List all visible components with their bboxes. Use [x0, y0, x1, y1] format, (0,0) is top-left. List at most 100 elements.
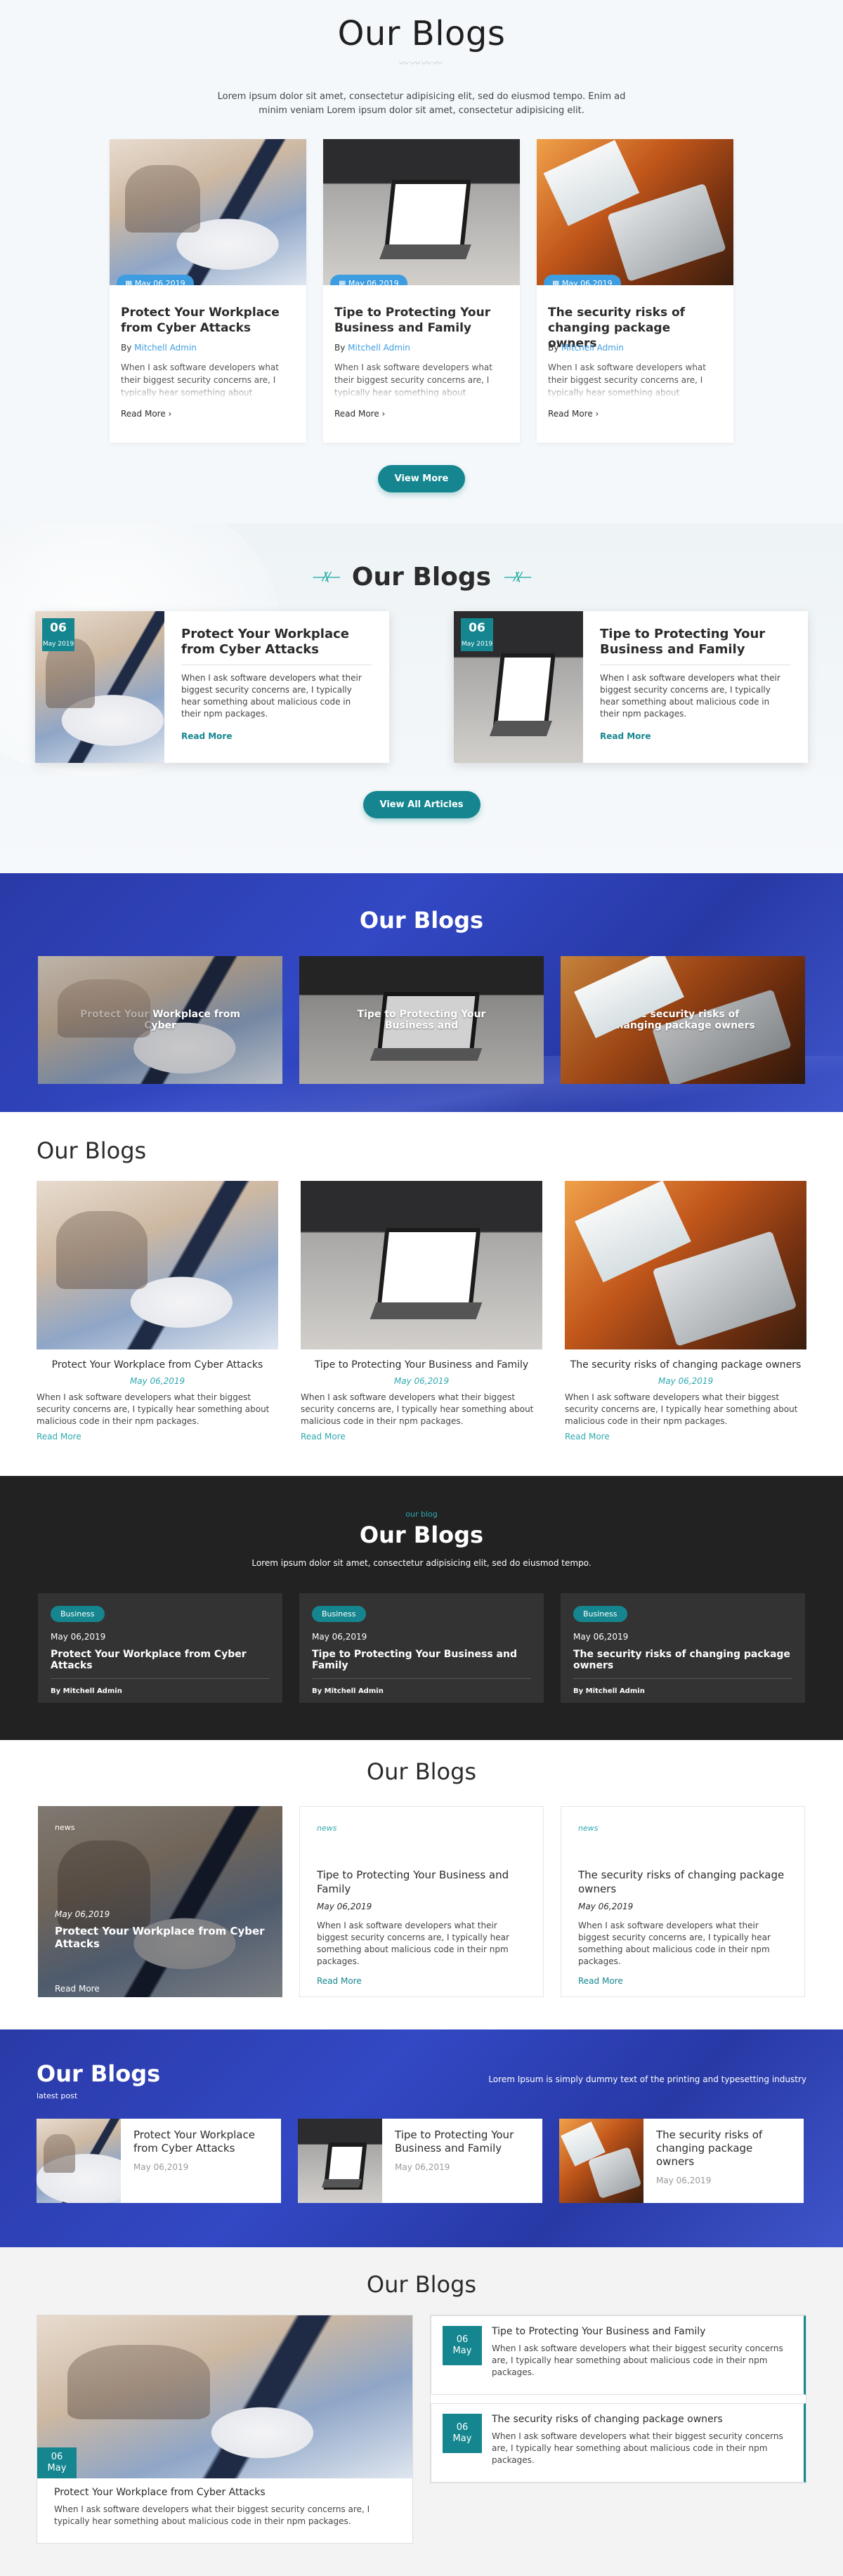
- blog-title[interactable]: The security risks of changing package o…: [548, 305, 722, 351]
- blog-image: [565, 1181, 806, 1349]
- blog-excerpt: When I ask software developers what thei…: [492, 2343, 783, 2377]
- blog-title[interactable]: The security risks of changing package o…: [656, 2129, 791, 2169]
- blog-excerpt: When I ask software developers what thei…: [121, 362, 279, 398]
- blog-date: May 06,2019: [656, 2176, 712, 2185]
- view-all-articles-button[interactable]: View All Articles: [362, 791, 481, 818]
- read-more-link[interactable]: Read More: [565, 1432, 610, 1441]
- blog-title[interactable]: Tipe to Protecting Your Business and Fam…: [317, 1868, 526, 1896]
- blog-title[interactable]: Protect Your Workplace from Cyber Attack…: [37, 1359, 278, 1371]
- list-item[interactable]: 06 May The security risks of changing pac…: [431, 2403, 806, 2483]
- blog-title[interactable]: Protect Your Workplace from Cyber Attack…: [55, 1925, 266, 1950]
- date-badge: 06 May: [37, 2447, 77, 2478]
- read-more-link[interactable]: Read More ›: [334, 409, 385, 419]
- blog-title[interactable]: The security risks of changing package o…: [573, 1649, 792, 1679]
- read-more-link[interactable]: Read More: [578, 1976, 623, 1986]
- read-more-link[interactable]: Read More ›: [548, 409, 599, 419]
- blog-card[interactable]: Business May 06,2019 Protect Your Workpl…: [38, 1593, 282, 1703]
- author-link[interactable]: Mitchell Admin: [561, 343, 624, 353]
- blog-card[interactable]: ▦ May 06,2019 The security risks of chan…: [537, 139, 733, 443]
- date-badge: 06 May 2019: [42, 618, 74, 651]
- read-more-link[interactable]: Read More: [55, 1984, 100, 1994]
- blog-image: ▦ May 06,2019: [537, 139, 733, 285]
- blog-image: [37, 1181, 278, 1349]
- featured-blog-card[interactable]: 06 May Protect Your Workplace from Cyber …: [37, 2315, 413, 2544]
- blog-excerpt: When I ask software developers what thei…: [54, 2504, 370, 2526]
- blog-section-3: Our Blogs Protect Your Workplace from Cy…: [0, 873, 843, 1112]
- author-line: By Mitchell Admin: [312, 1687, 384, 1695]
- blog-tile[interactable]: Tipe to Protecting Your Business and: [299, 956, 544, 1084]
- view-more-button[interactable]: View More: [377, 465, 466, 492]
- section-subtitle: latest post: [37, 2091, 78, 2100]
- blog-title[interactable]: Protect Your Workplace from Cyber Attack…: [121, 305, 295, 336]
- read-more-link[interactable]: Read More: [301, 1432, 346, 1441]
- category-tag[interactable]: Business: [51, 1606, 105, 1622]
- blog-title[interactable]: Protect Your Workplace from Cyber Attack…: [51, 1649, 270, 1679]
- blog-card[interactable]: 06 May 2019 Protect Your Workplace from C…: [35, 611, 389, 763]
- section-title: Our Blogs: [37, 2060, 161, 2087]
- blog-title[interactable]: The security risks of changing package o…: [565, 1359, 806, 1371]
- heartbeat-icon: —⁄\⁄—: [312, 570, 341, 584]
- blog-section-2: —⁄\⁄— Our Blogs —⁄\⁄— 06 May 2019 Protect…: [0, 523, 843, 873]
- blog-title[interactable]: The security risks of changing package o…: [492, 2414, 792, 2425]
- tile-title: Tipe to Protecting Your Business and: [299, 956, 544, 1084]
- category-tag[interactable]: Business: [573, 1606, 627, 1622]
- blog-date: May 06,2019: [51, 1632, 106, 1642]
- blog-card[interactable]: ▦ May 06,2019 Protect Your Workplace fro…: [110, 139, 306, 443]
- read-more-link[interactable]: Read More: [37, 1432, 81, 1441]
- blog-date: May 06,2019: [393, 1376, 450, 1386]
- chevron-right-icon: ›: [381, 409, 386, 419]
- read-more-link[interactable]: Read More: [600, 731, 651, 741]
- blog-title[interactable]: Protect Your Workplace from Cyber Attack…: [181, 627, 372, 665]
- category-tag[interactable]: Business: [312, 1606, 366, 1622]
- blog-image: 06 May 2019: [35, 611, 164, 763]
- blog-tile[interactable]: The security risks of changing package o…: [561, 956, 805, 1084]
- blog-date: May 06,2019: [395, 2162, 450, 2172]
- blog-title[interactable]: Tipe to Protecting Your Business and Fam…: [301, 1359, 542, 1371]
- blog-card[interactable]: Protect Your Workplace from Cyber Attack…: [37, 2119, 281, 2203]
- blog-section-1: Our Blogs 〰〰〰〰 Lorem ipsum dolor sit ame…: [0, 0, 843, 523]
- author-link[interactable]: Mitchell Admin: [134, 343, 197, 353]
- read-more-link[interactable]: Read More: [317, 1976, 362, 1986]
- blog-list: 06 May Tipe to Protecting Your Business a…: [430, 2315, 806, 2483]
- blog-title[interactable]: Protect Your Workplace from Cyber Attack…: [54, 2487, 396, 2498]
- blog-card[interactable]: Protect Your Workplace from Cyber Attack…: [37, 1181, 278, 1442]
- blog-title[interactable]: Tipe to Protecting Your Business and Fam…: [334, 305, 509, 336]
- featured-blog-card[interactable]: news May 06,2019 Protect Your Workplace …: [38, 1806, 282, 1997]
- blog-card[interactable]: news The security risks of changing pack…: [561, 1806, 805, 1997]
- blog-title[interactable]: Protect Your Workplace from Cyber Attack…: [133, 2129, 268, 2155]
- blog-title[interactable]: Tipe to Protecting Your Business and Fam…: [395, 2129, 530, 2155]
- blog-card[interactable]: ▦ May 06,2019 Tipe to Protecting Your Bu…: [323, 139, 520, 443]
- author-line: By Mitchell Admin: [51, 1687, 122, 1695]
- list-item[interactable]: 06 May Tipe to Protecting Your Business a…: [431, 2315, 806, 2395]
- blog-card[interactable]: The security risks of changing package o…: [559, 2119, 804, 2203]
- chevron-right-icon: ›: [168, 409, 172, 419]
- blog-image: ▦ May 06,2019: [323, 139, 520, 285]
- blog-excerpt: When I ask software developers what thei…: [334, 362, 492, 398]
- read-more-link[interactable]: Read More ›: [121, 409, 171, 419]
- blog-card[interactable]: news Tipe to Protecting Your Business an…: [299, 1806, 544, 1997]
- blog-title[interactable]: Tipe to Protecting Your Business and Fam…: [312, 1649, 531, 1679]
- blog-card[interactable]: Business May 06,2019 Tipe to Protecting …: [299, 1593, 544, 1703]
- tile-title: Protect Your Workplace from Cyber: [38, 956, 282, 1084]
- read-more-link[interactable]: Read More: [181, 731, 233, 741]
- blog-excerpt: When I ask software developers what thei…: [565, 1392, 798, 1426]
- blog-date: May 06,2019: [573, 1632, 629, 1642]
- author-link[interactable]: Mitchell Admin: [348, 343, 410, 353]
- blog-card[interactable]: Business May 06,2019 The security risks …: [561, 1593, 805, 1703]
- date-badge: ▦ May 06,2019: [544, 275, 621, 285]
- blog-title[interactable]: Tipe to Protecting Your Business and Fam…: [492, 2326, 792, 2337]
- calendar-icon: ▦: [125, 279, 135, 285]
- blog-section-5: our blog Our Blogs Lorem ipsum dolor sit…: [0, 1476, 843, 1740]
- blog-card[interactable]: The security risks of changing package o…: [565, 1181, 806, 1442]
- blog-title[interactable]: Tipe to Protecting Your Business and Fam…: [600, 627, 791, 665]
- blog-excerpt: When I ask software developers what thei…: [181, 673, 362, 719]
- blog-title[interactable]: The security risks of changing package o…: [578, 1868, 788, 1896]
- blog-excerpt: When I ask software developers what thei…: [317, 1921, 509, 1966]
- blog-card[interactable]: 06 May 2019 Tipe to Protecting Your Busin…: [454, 611, 808, 763]
- blog-card[interactable]: Tipe to Protecting Your Business and Fam…: [301, 1181, 542, 1442]
- blog-image: [301, 1181, 542, 1349]
- blog-card[interactable]: Tipe to Protecting Your Business and Fam…: [298, 2119, 542, 2203]
- blog-excerpt: When I ask software developers what thei…: [492, 2431, 783, 2465]
- blog-tile[interactable]: Protect Your Workplace from Cyber: [38, 956, 282, 1084]
- blog-thumbnail: [298, 2119, 382, 2203]
